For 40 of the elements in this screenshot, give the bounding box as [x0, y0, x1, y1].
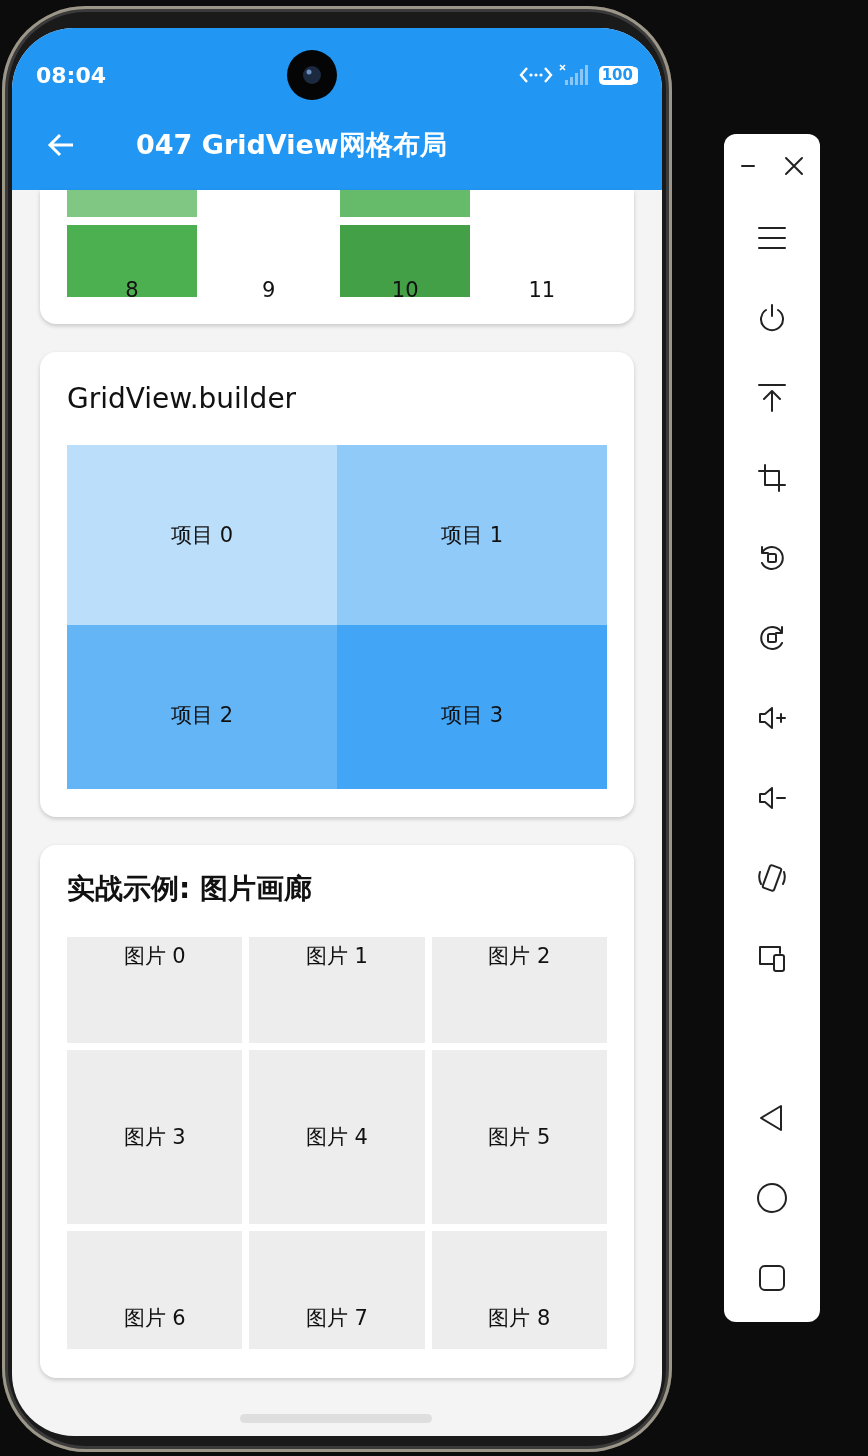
tile-number: 11 [528, 278, 556, 297]
tile-label: 图片 4 [305, 1124, 368, 1151]
tile-label: 图片 5 [488, 1124, 551, 1151]
tile-label: 图片 2 [488, 943, 551, 970]
tile-label: 项目 3 [440, 702, 503, 729]
tile-number: 8 [125, 278, 139, 297]
shake-icon[interactable] [756, 862, 788, 894]
tile-number: 9 [261, 278, 276, 297]
tile-label: 项目 0 [170, 522, 233, 549]
signal-icon [558, 64, 589, 86]
gallery-tile[interactable]: 图片 8 [431, 1231, 607, 1349]
upload-icon[interactable] [756, 382, 788, 414]
tile-label: 图片 1 [305, 943, 368, 970]
tile-label: 项目 1 [440, 522, 503, 549]
gallery-tile[interactable]: 图片 5 [431, 1050, 607, 1224]
app-bar-title: 047 GridView网格布局 [136, 128, 447, 162]
tile-label: 图片 0 [123, 943, 186, 970]
close-icon[interactable] [784, 156, 804, 176]
gallery-tile[interactable]: 图片 0 [67, 937, 243, 1043]
home-icon[interactable] [756, 1182, 788, 1214]
gallery-tile[interactable]: 图片 1 [249, 937, 425, 1043]
camera-icon [287, 50, 338, 100]
status-time: 08:04 [36, 62, 107, 88]
card-title: GridView.builder [67, 381, 298, 417]
tile-label: 图片 3 [123, 1124, 186, 1151]
tile-label: 图片 7 [305, 1305, 368, 1332]
data-transfer-icon [518, 65, 553, 85]
gallery-tile[interactable]: 图片 3 [67, 1050, 243, 1224]
tile-label: 项目 2 [170, 702, 233, 729]
tile-number: 10 [391, 278, 419, 297]
gallery-tile[interactable]: 图片 6 [67, 1231, 243, 1349]
tile-label: 图片 6 [123, 1305, 186, 1332]
crop-icon[interactable] [756, 462, 788, 494]
gallery-tile[interactable]: 图片 7 [249, 1231, 425, 1349]
battery-indicator: 100 [598, 65, 636, 85]
card-title: 实战示例: 图片画廊 [67, 871, 313, 907]
recents-icon[interactable] [756, 1262, 788, 1294]
gallery-tile[interactable]: 图片 2 [431, 937, 607, 1043]
tile-label: 图片 8 [488, 1305, 551, 1332]
gallery-tile[interactable]: 图片 4 [249, 1050, 425, 1224]
